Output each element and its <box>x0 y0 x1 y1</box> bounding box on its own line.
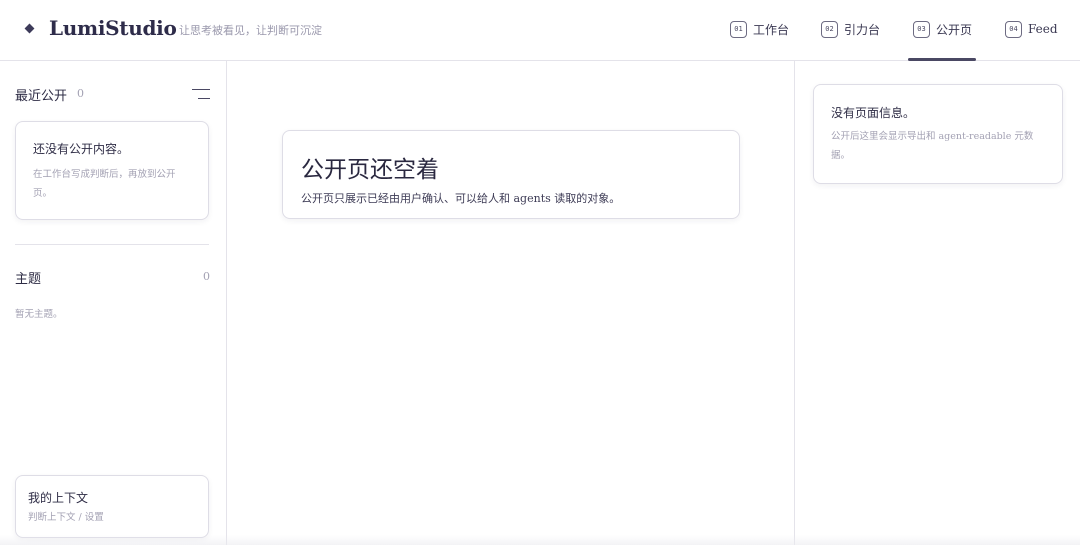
my-context-sub: 判断上下文 / 设置 <box>28 512 104 523</box>
topics-count: 0 <box>203 270 210 283</box>
nav-tab-label: Feed <box>1028 22 1058 36</box>
bottom-fade <box>0 535 1080 545</box>
brand-tagline: 让思考被看见，让判断可沉淀 <box>179 24 322 37</box>
nav-tab-workbench[interactable]: 01 工作台 <box>730 20 789 38</box>
recent-public-title: 最近公开 <box>15 89 68 104</box>
nav-number-badge: 04 <box>1005 20 1022 38</box>
topics-title: 主题 <box>15 272 42 287</box>
page-info-card: 没有页面信息。 公开后这里会显示导出和 agent-readable 元数据。 <box>813 84 1063 184</box>
nav-tab-feed[interactable]: 04 Feed <box>1005 20 1058 38</box>
top-header: LumiStudio 让思考被看见，让判断可沉淀 01 工作台 02 引力台 0… <box>0 0 1080 61</box>
recent-empty-card: 还没有公开内容。 在工作台写成判断后，再放到公开页。 <box>15 121 209 220</box>
nav-number-badge: 02 <box>821 20 838 38</box>
my-context-card[interactable]: 我的上下文 判断上下文 / 设置 <box>15 475 209 538</box>
left-sidebar: 最近公开 0 还没有公开内容。 在工作台写成判断后，再放到公开页。 主题 0 暂… <box>0 61 227 545</box>
right-panel: 没有页面信息。 公开后这里会显示导出和 agent-readable 元数据。 <box>794 61 1080 545</box>
sidebar-divider <box>15 244 209 245</box>
nav-number-badge: 03 <box>913 20 930 38</box>
nav-tab-public-page[interactable]: 03 公开页 <box>913 20 972 38</box>
topics-empty-hint: 暂无主题。 <box>15 309 63 320</box>
nav-tab-label: 公开页 <box>936 22 973 37</box>
collapse-menu-icon[interactable] <box>192 87 210 101</box>
public-page-empty-title: 公开页还空着 <box>301 157 439 183</box>
page-info-desc: 公开后这里会显示导出和 agent-readable 元数据。 <box>831 131 1034 161</box>
recent-empty-title: 还没有公开内容。 <box>33 142 130 156</box>
logo-diamond-icon <box>24 23 35 34</box>
brand-name[interactable]: LumiStudio <box>49 16 177 40</box>
recent-public-count: 0 <box>77 87 84 100</box>
public-page-empty-desc: 公开页只展示已经由用户确认、可以给人和 agents 读取的对象。 <box>301 192 621 205</box>
nav-tab-label: 工作台 <box>753 22 790 37</box>
public-page-empty-card: 公开页还空着 公开页只展示已经由用户确认、可以给人和 agents 读取的对象。 <box>282 130 740 219</box>
nav-tab-gravity[interactable]: 02 引力台 <box>821 20 880 38</box>
nav-number-badge: 01 <box>730 20 747 38</box>
my-context-title: 我的上下文 <box>28 491 89 505</box>
page-info-title: 没有页面信息。 <box>831 106 916 120</box>
nav-tab-label: 引力台 <box>844 22 881 37</box>
recent-empty-desc: 在工作台写成判断后，再放到公开页。 <box>33 169 176 199</box>
